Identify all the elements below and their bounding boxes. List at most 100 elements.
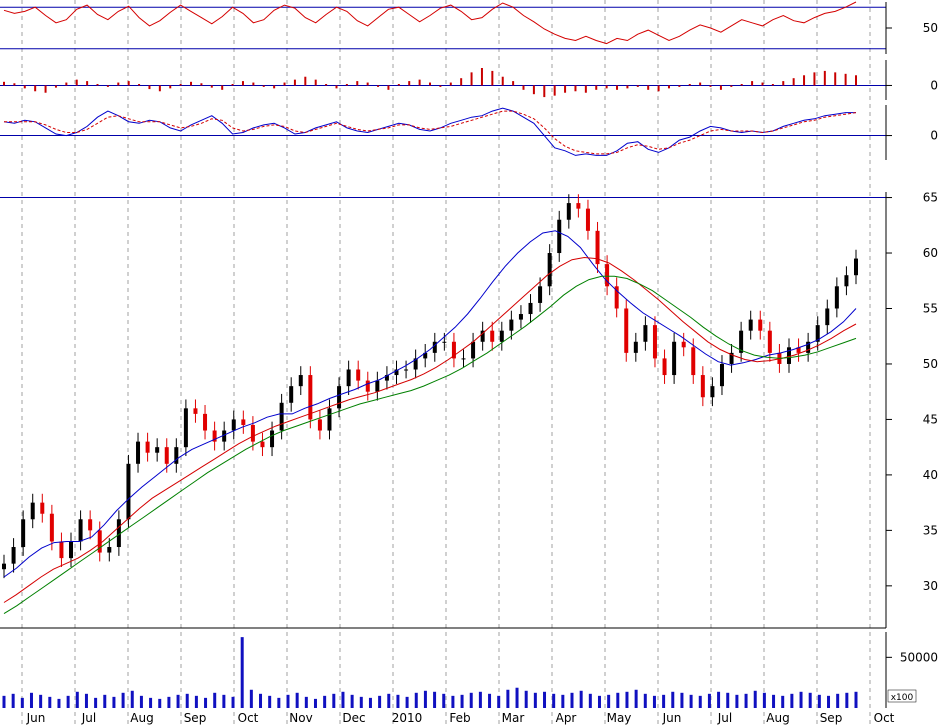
- candle-body: [365, 380, 370, 392]
- candle-body: [231, 419, 236, 431]
- rsi-line: [3, 1, 857, 45]
- candle-body: [30, 502, 35, 520]
- candle-body: [538, 286, 543, 303]
- candle-body: [183, 408, 188, 448]
- candle-body: [155, 447, 160, 453]
- candle-body: [566, 203, 571, 220]
- moving-average-mid: [3, 256, 857, 603]
- x-tick-label: Mar: [502, 711, 525, 725]
- price-tick-label: 30: [923, 579, 938, 593]
- x-tick-label: May: [607, 711, 632, 725]
- candle-body: [490, 330, 495, 342]
- price-panel: [0, 194, 886, 615]
- x-tick-label: Jul: [81, 711, 96, 725]
- candle-body: [509, 319, 514, 331]
- price-tick-label: 60: [923, 246, 938, 260]
- candle-body: [21, 519, 26, 548]
- candle-body: [356, 369, 361, 381]
- candle-body: [78, 519, 83, 542]
- candle-body: [2, 563, 6, 570]
- stock-chart: 50 0 0 65 60 55 50 45 40 35 30 Jun Jul Aug Sep Oct Nov De…: [0, 0, 938, 726]
- moving-average-long: [3, 275, 857, 615]
- candle-body: [471, 341, 476, 359]
- volume-panel: [2, 637, 858, 708]
- candle-body: [767, 330, 772, 353]
- x-tick-label: Oct: [874, 711, 895, 725]
- candle-body: [11, 547, 16, 564]
- candle-body: [834, 286, 839, 309]
- candle-body: [528, 302, 533, 315]
- x-tick-label: Feb: [449, 711, 470, 725]
- x-tick-label: Nov: [289, 711, 312, 725]
- candle-body: [145, 441, 150, 453]
- candle-body: [461, 358, 466, 360]
- histogram-tick-label: 0: [930, 78, 938, 92]
- volume-multiplier-label: x100: [891, 693, 914, 703]
- candle-body: [748, 319, 753, 331]
- candle-body: [700, 375, 705, 398]
- x-tick-label: Apr: [556, 711, 577, 725]
- candle-body: [289, 386, 294, 403]
- candle-body: [346, 369, 351, 387]
- candle-body: [88, 519, 93, 531]
- price-tick-label: 35: [923, 523, 938, 537]
- candle-body: [585, 208, 590, 231]
- macd-panel: [0, 107, 886, 156]
- candle-body: [557, 219, 562, 254]
- candle-body: [499, 330, 504, 342]
- candle-body: [250, 424, 255, 442]
- candle-body: [825, 308, 830, 326]
- x-tick-label: Sep: [184, 711, 207, 725]
- candle-body: [518, 314, 523, 320]
- candle-body: [69, 541, 74, 559]
- candle-body: [758, 319, 763, 331]
- candle-body: [40, 502, 45, 514]
- candle-body: [164, 447, 169, 464]
- candle-body: [633, 341, 638, 353]
- candle-body: [136, 441, 141, 464]
- candle-body: [126, 463, 131, 520]
- candle-body: [652, 325, 657, 359]
- histogram-panel: [0, 68, 886, 98]
- candle-body: [270, 430, 275, 448]
- price-tick-label: 50: [923, 357, 938, 371]
- candle-body: [442, 341, 447, 343]
- candle-body: [337, 386, 342, 409]
- x-tick-label: Aug: [130, 711, 153, 725]
- candle-body: [672, 341, 677, 376]
- candle-body: [576, 203, 581, 209]
- candle-body: [710, 386, 715, 398]
- x-tick-label: Oct: [238, 711, 259, 725]
- candle-body: [844, 275, 849, 287]
- candle-body: [624, 308, 629, 353]
- candle-body: [49, 513, 54, 542]
- rsi-panel: [0, 1, 886, 50]
- candle-body: [691, 347, 696, 376]
- macd-tick-label: 0: [930, 129, 938, 143]
- price-tick-label: 45: [923, 412, 938, 426]
- candle-body: [719, 363, 724, 387]
- candle-body: [643, 325, 648, 342]
- price-tick-label: 65: [923, 191, 938, 205]
- rsi-tick-label: 50: [923, 21, 938, 35]
- candle-body: [260, 441, 265, 448]
- candle-body: [193, 408, 198, 414]
- candle-body: [681, 341, 686, 348]
- candle-body: [404, 369, 409, 371]
- candle-body: [327, 408, 332, 431]
- candle-body: [203, 413, 208, 431]
- x-tick-label: Dec: [342, 711, 365, 725]
- candle-body: [375, 380, 380, 392]
- x-tick-label: Jun: [662, 711, 682, 725]
- price-tick-label: 40: [923, 468, 938, 482]
- candle-body: [298, 375, 303, 387]
- candle-body: [547, 253, 552, 287]
- candle-body: [107, 547, 112, 553]
- macd-signal-line: [4, 110, 857, 155]
- candle-body: [854, 258, 858, 276]
- candle-body: [59, 541, 64, 559]
- candle-body: [662, 358, 667, 376]
- volume-tick-label: 50000: [900, 650, 938, 664]
- macd-line: [3, 107, 856, 156]
- x-tick-label: Aug: [766, 711, 789, 725]
